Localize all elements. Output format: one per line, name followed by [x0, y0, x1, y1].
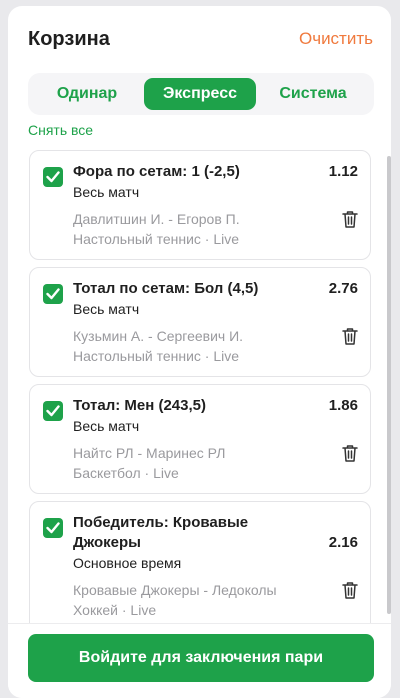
clear-button[interactable]: Очистить — [299, 29, 373, 49]
trash-icon[interactable] — [342, 327, 358, 345]
bet-checkbox[interactable] — [43, 284, 63, 304]
bet-odds: 2.16 — [328, 534, 358, 551]
bet-event: Кровавые Джокеры - Ледоколы — [73, 582, 277, 598]
bet-period: Весь матч — [73, 418, 140, 434]
tab-express[interactable]: Экспресс — [144, 78, 256, 110]
bet-card: Тотал: Мен (243,5) Весь матч 1.86 Найтс … — [29, 384, 371, 494]
bet-market: Тотал по сетам: Бол (4,5) — [73, 280, 259, 297]
bet-checkbox[interactable] — [43, 401, 63, 421]
bet-sport: Настольный теннис · Live — [73, 348, 240, 364]
tab-single[interactable]: Одинар — [34, 78, 140, 110]
bet-period: Весь матч — [73, 184, 140, 200]
bet-odds: 1.86 — [328, 397, 358, 414]
bet-card: Победитель: Кровавые Джокеры Основное вр… — [29, 501, 371, 638]
bet-market: Тотал: Мен (243,5) — [73, 397, 206, 414]
bet-slip-panel: Корзина Очистить Одинар Экспресс Система… — [8, 6, 391, 698]
tab-system[interactable]: Система — [260, 78, 366, 110]
bet-market: Победитель: Кровавые Джокеры — [73, 514, 249, 551]
bet-card: Тотал по сетам: Бол (4,5) Весь матч 2.76… — [29, 267, 371, 377]
bet-event: Кузьмин А. - Сергеевич И. — [73, 328, 244, 344]
bet-sport: Баскетбол · Live — [73, 465, 179, 481]
login-to-bet-button[interactable]: Войдите для заключения пари — [28, 634, 374, 682]
check-icon — [46, 288, 60, 300]
bet-market: Фора по сетам: 1 (-2,5) — [73, 163, 240, 180]
check-icon — [46, 405, 60, 417]
check-icon — [46, 522, 60, 534]
bet-odds: 2.76 — [328, 280, 358, 297]
bet-checkbox[interactable] — [43, 167, 63, 187]
trash-icon[interactable] — [342, 210, 358, 228]
bet-event: Найтс РЛ - Маринес РЛ — [73, 445, 226, 461]
bet-slip-footer: Войдите для заключения пари — [8, 623, 391, 698]
scrollbar[interactable] — [387, 156, 391, 614]
check-icon — [46, 171, 60, 183]
bet-sport: Хоккей · Live — [73, 602, 157, 618]
bet-period: Основное время — [73, 555, 182, 571]
bet-sport: Настольный теннис · Live — [73, 231, 240, 247]
bet-card: Фора по сетам: 1 (-2,5) Весь матч 1.12 Д… — [29, 150, 371, 260]
trash-icon[interactable] — [342, 444, 358, 462]
trash-icon[interactable] — [342, 581, 358, 599]
bet-slip-header: Корзина Очистить — [28, 28, 373, 54]
page-title: Корзина — [28, 28, 110, 50]
bet-event: Давлитшин И. - Егоров П. — [73, 211, 240, 227]
unselect-all-link[interactable]: Снять все — [28, 122, 93, 138]
bet-period: Весь матч — [73, 301, 140, 317]
bet-odds: 1.12 — [328, 163, 358, 180]
bet-checkbox[interactable] — [43, 518, 63, 538]
bet-type-tabs: Одинар Экспресс Система — [28, 73, 374, 115]
